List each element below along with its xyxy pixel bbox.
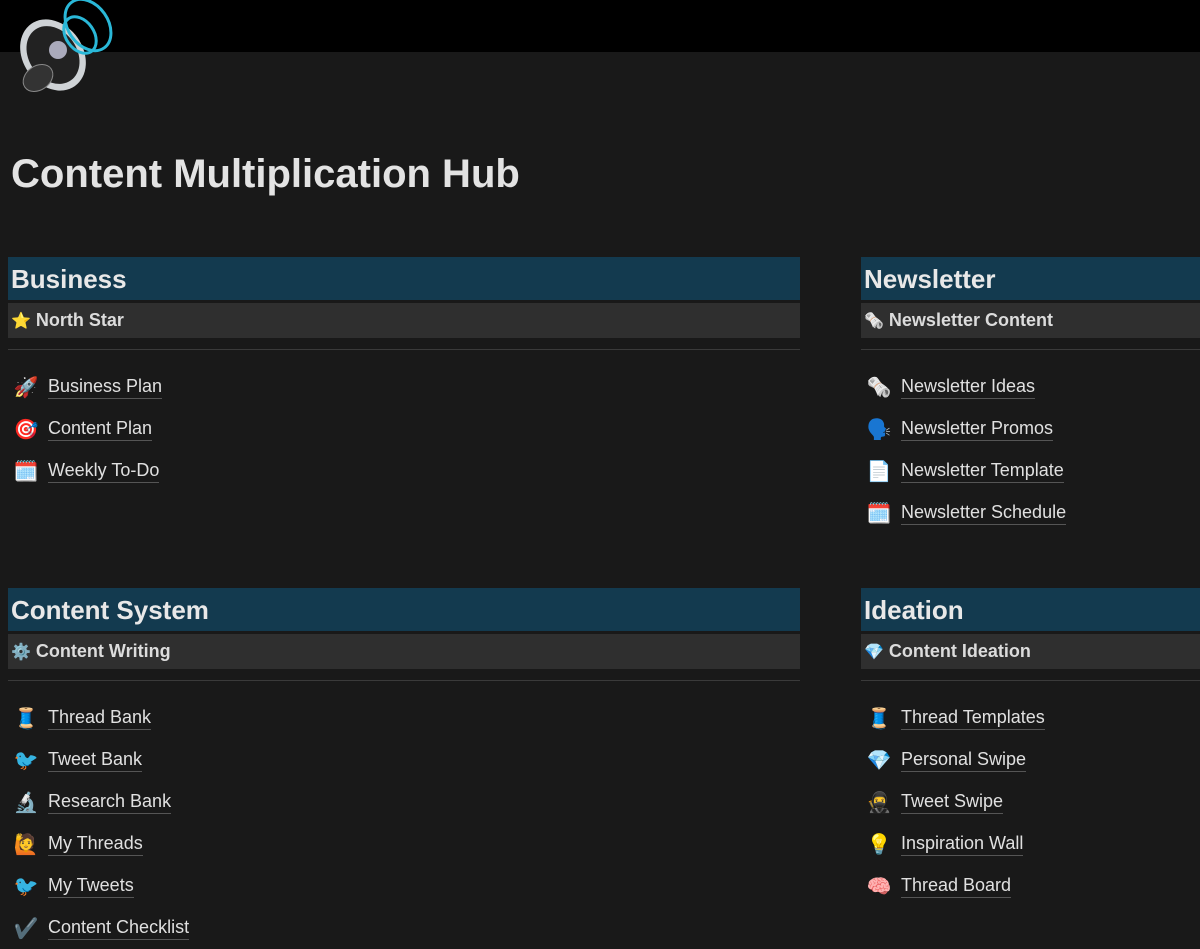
page-link[interactable]: 🗣️ Newsletter Promos (861, 408, 1200, 450)
page-icon: 🧵 (866, 707, 892, 730)
page-link-label[interactable]: Content Plan (48, 418, 153, 441)
page-icon: 🧵 (13, 707, 39, 730)
page-icon: 🥷 (866, 791, 892, 814)
section-heading: Content System (8, 588, 800, 631)
subheading-label: Content Writing (35, 641, 171, 661)
section-heading: Ideation (861, 588, 1200, 631)
page-link-label[interactable]: Newsletter Schedule (901, 502, 1067, 525)
page-link-label[interactable]: Tweet Swipe (901, 791, 1004, 814)
page-link[interactable]: 🗞️ Newsletter Ideas (861, 366, 1200, 408)
speaker-icon (20, 0, 113, 92)
page-icon: 💡 (866, 833, 892, 856)
subheading-label: Content Ideation (888, 641, 1031, 661)
page-icon: 🗞️ (866, 376, 892, 399)
section-heading: Newsletter (861, 257, 1200, 300)
page-link-label[interactable]: Personal Swipe (901, 749, 1027, 772)
page-link-label[interactable]: Thread Bank (48, 707, 152, 730)
section-content-system: Content System ⚙️ Content Writing 🧵 Thread… (8, 588, 800, 949)
page-link-label[interactable]: Research Bank (48, 791, 172, 814)
page-link[interactable]: 🗓️ Newsletter Schedule (861, 492, 1200, 534)
page-icon: 🗓️ (13, 460, 39, 483)
section-subheading[interactable]: ⚙️ Content Writing (8, 634, 800, 669)
divider (8, 349, 800, 350)
page-icon: 🗓️ (866, 502, 892, 525)
page-link-label[interactable]: Newsletter Promos (901, 418, 1054, 441)
subheading-icon: 💎 (864, 643, 884, 661)
page-link[interactable]: 🧵 Thread Bank (8, 697, 800, 739)
page-icon: 🎯 (13, 418, 39, 441)
subheading-icon: 🗞️ (864, 312, 884, 330)
page-link[interactable]: 📄 Newsletter Template (861, 450, 1200, 492)
subheading-icon: ⭐ (11, 312, 31, 330)
page-icon: 🗣️ (866, 418, 892, 441)
page-link-label[interactable]: Content Checklist (48, 917, 190, 940)
divider (861, 680, 1200, 681)
divider (861, 349, 1200, 350)
page-link[interactable]: 🥷 Tweet Swipe (861, 781, 1200, 823)
divider (8, 680, 800, 681)
page-link[interactable]: 🧵 Thread Templates (861, 697, 1200, 739)
page-link[interactable]: 🙋 My Threads (8, 823, 800, 865)
section-newsletter: Newsletter 🗞️ Newsletter Content 🗞️ Newsle… (861, 257, 1200, 534)
page-link[interactable]: 🐦 My Tweets (8, 865, 800, 907)
subheading-label: North Star (35, 310, 124, 330)
page-link-label[interactable]: Newsletter Template (901, 460, 1064, 483)
page-icon: 🐦 (13, 875, 39, 898)
page-icon: 💎 (866, 749, 892, 772)
section-subheading[interactable]: 🗞️ Newsletter Content (861, 303, 1200, 338)
page-link-label[interactable]: Thread Board (901, 875, 1012, 898)
subheading-label: Newsletter Content (888, 310, 1053, 330)
page-title: Content Multiplication Hub (11, 152, 520, 196)
page-link[interactable]: 💡 Inspiration Wall (861, 823, 1200, 865)
page-link-label[interactable]: Newsletter Ideas (901, 376, 1036, 399)
section-subheading[interactable]: ⭐ North Star (8, 303, 800, 338)
cover-bar (0, 0, 1200, 52)
section-business: Business ⭐ North Star 🚀 Business Plan 🎯 Cont… (8, 257, 800, 492)
subheading-icon: ⚙️ (11, 643, 31, 661)
section-heading: Business (8, 257, 800, 300)
page-link-label[interactable]: My Threads (48, 833, 143, 856)
page-icon: 🙋 (13, 833, 39, 856)
page-link[interactable]: 🧠 Thread Board (861, 865, 1200, 907)
page-link[interactable]: 💎 Personal Swipe (861, 739, 1200, 781)
page-link-label[interactable]: Inspiration Wall (901, 833, 1024, 856)
page-link-label[interactable]: Thread Templates (901, 707, 1045, 730)
page-icon: 🔬 (13, 791, 39, 814)
page-link[interactable]: 🗓️ Weekly To-Do (8, 450, 800, 492)
page-icon: 🧠 (866, 875, 892, 898)
page-link[interactable]: 🎯 Content Plan (8, 408, 800, 450)
page-link-label[interactable]: Tweet Bank (48, 749, 143, 772)
page-icon: 📄 (866, 460, 892, 483)
section-subheading[interactable]: 💎 Content Ideation (861, 634, 1200, 669)
section-ideation: Ideation 💎 Content Ideation 🧵 Thread Templ… (861, 588, 1200, 907)
page-link-label[interactable]: Weekly To-Do (48, 460, 160, 483)
page-icon: ✔️ (13, 917, 39, 940)
page-link[interactable]: 🐦 Tweet Bank (8, 739, 800, 781)
page-link[interactable]: 🔬 Research Bank (8, 781, 800, 823)
page-icon: 🚀 (13, 376, 39, 399)
page-link-label[interactable]: My Tweets (48, 875, 134, 898)
page-link[interactable]: 🚀 Business Plan (8, 366, 800, 408)
page-link-label[interactable]: Business Plan (48, 376, 163, 399)
page-icon: 🐦 (13, 749, 39, 772)
